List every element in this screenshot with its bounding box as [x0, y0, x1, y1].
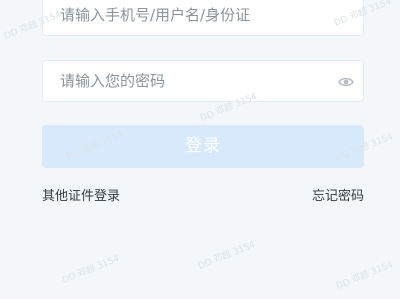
password-placeholder: 请输入您的密码 [60, 72, 166, 90]
watermark-text: DD 邓超 3154 [196, 239, 257, 272]
username-input[interactable]: 请输入手机号/用户名/身份证 [42, 0, 364, 36]
other-id-login-link[interactable]: 其他证件登录 [42, 187, 120, 207]
watermark-text: DD 邓超 3154 [60, 253, 121, 286]
password-input[interactable]: 请输入您的密码 [42, 60, 364, 102]
username-placeholder: 请输入手机号/用户名/身份证 [60, 6, 251, 24]
eye-icon[interactable] [338, 74, 354, 88]
forgot-password-link[interactable]: 忘记密码 [312, 187, 364, 207]
watermark-text: DD 邓超 3154 [334, 259, 395, 292]
login-button[interactable]: 登录 [42, 125, 364, 168]
